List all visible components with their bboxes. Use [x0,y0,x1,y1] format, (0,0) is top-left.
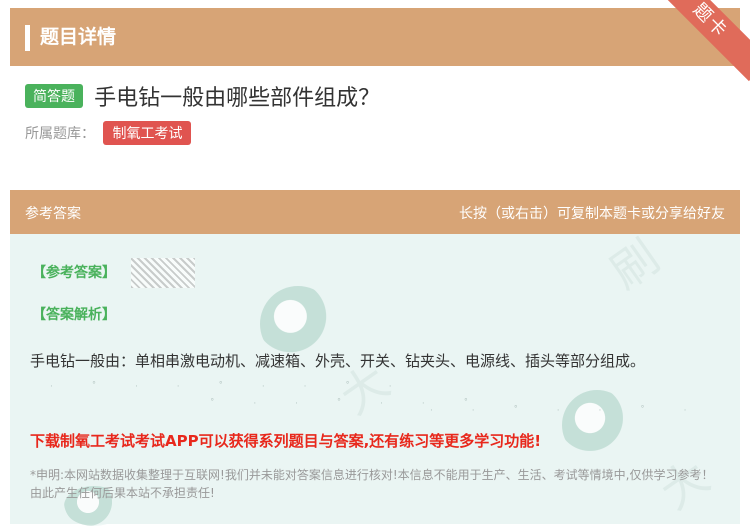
watermark-mark: 刷 [600,229,670,300]
app-promo-link[interactable]: 下载制氧工考试考试APP可以获得系列题目与答案,还有练习等更多学习功能! [30,430,541,451]
share-hint: 长按（或右击）可复制本题卡或分享给好友 [459,206,725,222]
question-text: 手电钻一般由哪些部件组成？ [94,86,381,111]
header-accent-bar [25,25,30,51]
corner-badge: 题卡 [660,0,750,82]
watermark-dots: · ˚ · · ˚ · · ˚ · [50,382,410,392]
answer-body[interactable]: 大 刷 大 · ˚ · · ˚ · · ˚ · ˚ · · ˚ · · ˚ · … [10,229,740,526]
watermark-dots: · · ˚ · · ˚ · [430,406,705,416]
answer-section-title: 参考答案 [25,206,81,222]
disclaimer-text: *申明:本网站数据收集整理于互联网!我们并未能对答案信息进行核对!本信息不能用于… [30,468,714,500]
detail-header: 题目详情 [10,8,740,66]
question-bank-row: 所属题库： 制氧工考试 [25,121,192,145]
bank-tag[interactable]: 制氧工考试 [103,121,192,145]
answer-image [131,258,195,288]
question-row: 简答题 手电钻一般由哪些部件组成？ [25,80,380,112]
analysis-text: 手电钻一般由：单相串激电动机、减速箱、外壳、开关、钻夹头、电源线、插头等部分组成… [30,352,646,370]
corner-ribbon: 题卡 [660,0,750,90]
analysis-label: 【答案解析】 [32,307,116,323]
page-title: 题目详情 [40,26,117,48]
reference-answer-label: 【参考答案】 [32,265,116,281]
question-type-tag: 简答题 [25,84,83,108]
bank-label: 所属题库： [25,126,95,142]
watermark-logo-icon [562,390,632,460]
